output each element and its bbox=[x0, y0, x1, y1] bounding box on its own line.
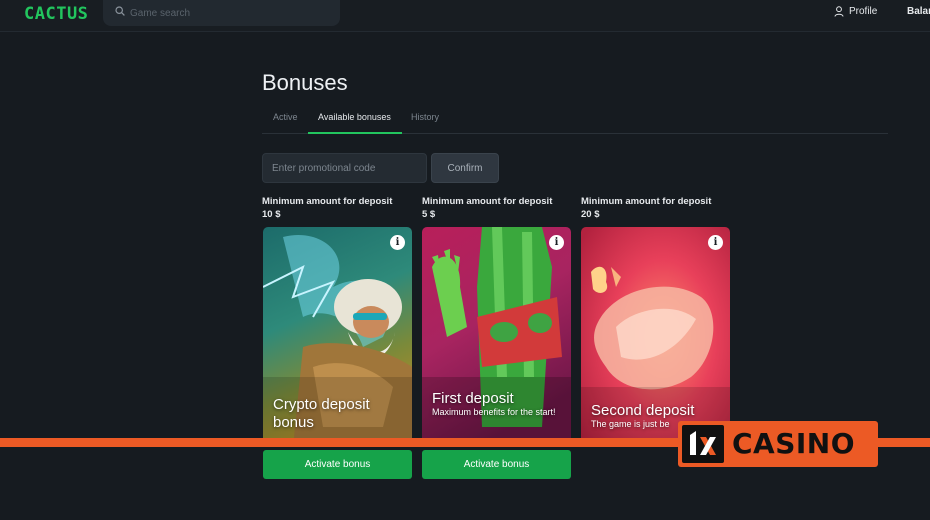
promo-code-input[interactable] bbox=[262, 153, 427, 183]
bonus-title: First deposit bbox=[432, 390, 514, 407]
min-deposit-value: 10 $ bbox=[262, 209, 281, 220]
bonus-tabs: Active Available bonuses History bbox=[262, 104, 888, 134]
balance-label[interactable]: Balan bbox=[907, 6, 930, 17]
bonus-card-crypto[interactable]: i Crypto deposit bonus bbox=[263, 227, 412, 447]
bonus-card-second-deposit[interactable]: i Second deposit The game is just be bbox=[581, 227, 730, 447]
bonus-title: Crypto deposit bonus bbox=[273, 396, 370, 431]
search-input[interactable] bbox=[130, 5, 330, 21]
min-deposit-text: Minimum amount for deposit bbox=[581, 196, 712, 207]
min-deposit-value: 5 $ bbox=[422, 209, 436, 220]
min-deposit-label: Minimum amount for deposit 10 $ bbox=[262, 195, 392, 221]
info-icon[interactable]: i bbox=[390, 235, 405, 250]
min-deposit-text: Minimum amount for deposit bbox=[422, 196, 553, 207]
watermark-text: CASINO bbox=[732, 427, 856, 460]
profile-link[interactable]: Profile bbox=[834, 6, 877, 17]
page-title: Bonuses bbox=[262, 70, 348, 95]
min-deposit-value: 20 $ bbox=[581, 209, 600, 220]
tab-history[interactable]: History bbox=[411, 112, 439, 122]
tab-available-bonuses[interactable]: Available bonuses bbox=[318, 112, 391, 122]
bonus-subtitle: Maximum benefits for the start! bbox=[432, 407, 556, 417]
active-tab-indicator bbox=[308, 132, 402, 134]
min-deposit-label: Minimum amount for deposit 20 $ bbox=[581, 195, 711, 221]
bonus-card-first-deposit[interactable]: i First deposit Maximum benefits for the… bbox=[422, 227, 571, 447]
search-bar[interactable] bbox=[103, 0, 340, 26]
confirm-button[interactable]: Confirm bbox=[431, 153, 499, 183]
cactus-logo[interactable]: CACTUS bbox=[24, 4, 88, 24]
min-deposit-label: Minimum amount for deposit 5 $ bbox=[422, 195, 552, 221]
activate-bonus-button[interactable]: Activate bonus bbox=[422, 450, 571, 479]
search-icon bbox=[115, 6, 125, 16]
top-bar: CACTUS Profile Balan bbox=[0, 0, 930, 32]
bonus-title: Second deposit bbox=[591, 402, 695, 419]
min-deposit-text: Minimum amount for deposit bbox=[262, 196, 393, 207]
tab-active[interactable]: Active bbox=[273, 112, 298, 122]
info-icon[interactable]: i bbox=[708, 235, 723, 250]
profile-label: Profile bbox=[849, 6, 878, 17]
1x-logo bbox=[682, 425, 724, 463]
user-icon bbox=[834, 6, 844, 17]
info-icon[interactable]: i bbox=[549, 235, 564, 250]
activate-bonus-button[interactable]: Activate bonus bbox=[263, 450, 412, 479]
casino-watermark: CASINO bbox=[678, 421, 878, 467]
